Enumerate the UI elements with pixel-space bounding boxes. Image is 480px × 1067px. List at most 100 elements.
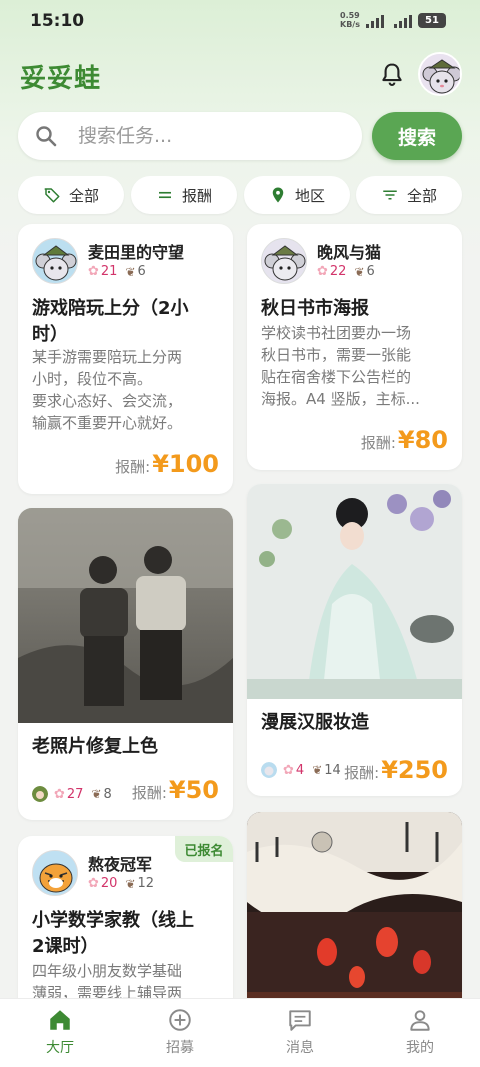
- search-icon: [36, 126, 57, 147]
- card-user-stats: ✿ 20 ❦ 12: [88, 876, 154, 891]
- leaf-icon: ❦: [125, 264, 136, 279]
- person-icon: [410, 1010, 430, 1031]
- card-user-avatar: [261, 238, 307, 284]
- card-reward: 报酬: ¥50: [132, 776, 219, 804]
- signal-icon: [366, 12, 384, 28]
- card-user-stats: ✿ 27 ❦ 8: [32, 786, 112, 802]
- reward-label: 报酬:: [115, 458, 151, 476]
- flower-count: 4: [295, 762, 305, 778]
- app-header: 妥妥蛙: [0, 48, 480, 104]
- card-user: 麦田里的守望 ✿ 21 ❦ 6: [32, 238, 184, 284]
- signal-icon-2: [394, 12, 412, 28]
- card-user-name: 熬夜冠军: [88, 855, 153, 874]
- card-title: 秋日书市海报: [261, 298, 369, 319]
- flower-count: 21: [100, 264, 118, 279]
- nav-item-profile[interactable]: 我的: [380, 1007, 460, 1061]
- card-reward: 报酬: ¥250: [344, 756, 448, 784]
- card-user-avatar: [32, 238, 78, 284]
- filter-chip-sort[interactable]: 全部: [356, 176, 462, 214]
- search-bar: [18, 112, 362, 160]
- filter-chip-label: 报酬: [181, 186, 212, 205]
- task-card[interactable]: 晚风与猫 ✿ 22 ❦ 6 秋日书市海报 学校读书社团要办一场 秋日书市，需要一张能…: [247, 224, 462, 470]
- leaf-count: 14: [324, 762, 341, 778]
- card-title-line: 时）: [32, 324, 68, 345]
- card-desc: 学校读书社团要办一场 秋日书市，需要一张能 贴在宿舍楼下公告栏的 海报。A4 竖…: [261, 322, 451, 412]
- leaf-icon: ❦: [125, 876, 136, 891]
- nav-label: 招募: [166, 1040, 194, 1056]
- network-speed: 0.59 KB/s: [340, 11, 360, 29]
- task-card[interactable]: 麦田里的守望 ✿ 21 ❦ 6 游戏陪玩上分（2小 时） 某手游需要陪玩上分两 小时…: [18, 224, 233, 494]
- filter-bar: 全部 报酬 地区 全部: [18, 176, 462, 214]
- card-reward: 报酬: ¥80: [361, 426, 448, 454]
- task-card[interactable]: 漫展汉服妆造 ✿ 4 ❦ 14 报酬: ¥250: [247, 484, 462, 796]
- card-desc-line: 四年级小朋友数学基础: [32, 962, 183, 980]
- leaf-icon: ❦: [354, 264, 365, 279]
- nav-label: 消息: [286, 1040, 314, 1056]
- reward-value: ¥80: [397, 426, 448, 454]
- filter-chip-region[interactable]: 地区: [244, 176, 350, 214]
- search-input[interactable]: [78, 122, 348, 150]
- card-desc-line: 要求心态好、会交流，: [32, 392, 183, 410]
- card-title: 小学数学家教（线上 2课时）: [32, 908, 227, 960]
- card-user-name: 晚风与猫: [317, 243, 382, 262]
- reward-value: ¥50: [168, 776, 219, 804]
- flower-icon: ✿: [54, 786, 65, 802]
- nav-item-recruit[interactable]: 招募: [140, 1007, 220, 1061]
- card-desc-line: 输赢不重要开心就好。: [32, 414, 183, 432]
- flower-count: 20: [100, 876, 118, 891]
- filter-chip-label: 全部: [406, 186, 437, 205]
- user-avatar[interactable]: [418, 52, 462, 96]
- card-title: 漫展汉服妆造: [261, 712, 369, 733]
- mini-avatar: [261, 762, 277, 778]
- card-photo: [18, 508, 233, 723]
- search-button[interactable]: 搜索: [372, 112, 462, 160]
- enrolled-badge: 已报名: [175, 836, 233, 862]
- leaf-icon: ❦: [91, 787, 102, 801]
- card-title-line: 2课时）: [32, 936, 99, 957]
- net-speed-value: 0.59: [340, 11, 360, 20]
- card-desc: 某手游需要陪玩上分两 小时，段位不高。 要求心态好、会交流， 输赢不重要开心就好…: [32, 346, 222, 436]
- leaf-count: 6: [137, 264, 146, 279]
- task-card[interactable]: 老照片修复上色 ✿ 27 ❦ 8 报酬: ¥50: [18, 508, 233, 820]
- flower-icon: ✿: [88, 264, 99, 279]
- card-title: 游戏陪玩上分（2小 时）: [32, 296, 222, 348]
- card-title-line: 小学数学家教（线上: [32, 910, 194, 931]
- flower-icon: ✿: [317, 264, 328, 279]
- filter-chip-reward[interactable]: 报酬: [131, 176, 237, 214]
- flower-count: 27: [66, 786, 84, 802]
- nav-item-messages[interactable]: 消息: [260, 1007, 340, 1061]
- net-speed-unit: KB/s: [340, 20, 360, 29]
- card-desc-line: 小时，段位不高。: [32, 370, 153, 388]
- lines-icon: [158, 191, 171, 199]
- card-desc-line: 海报。A4 竖版，主标...: [261, 390, 420, 408]
- filter-chip-all[interactable]: 全部: [18, 176, 124, 214]
- filter-chip-label: 地区: [294, 186, 325, 205]
- card-desc-line: 贴在宿舍楼下公告栏的: [261, 368, 412, 386]
- status-time: 15:10: [30, 11, 85, 31]
- nav-item-hall[interactable]: 大厅: [20, 1007, 100, 1061]
- card-desc-line: 学校读书社团要办一场: [261, 324, 412, 342]
- card-title-line: 游戏陪玩上分（2小: [32, 298, 189, 319]
- status-bar: 15:10 0.59 KB/s 51: [0, 0, 480, 44]
- card-user-stats: ✿ 22 ❦ 6: [317, 264, 375, 279]
- reward-value: ¥100: [152, 450, 219, 478]
- leaf-icon: ❦: [312, 763, 323, 777]
- card-title: 老照片修复上色: [32, 736, 158, 757]
- nav-label: 我的: [406, 1040, 434, 1056]
- reward-label: 报酬:: [360, 434, 396, 452]
- flower-icon: ✿: [88, 876, 99, 891]
- card-photo: [247, 484, 462, 699]
- flower-count: 22: [329, 264, 347, 279]
- card-user-avatar: [32, 850, 78, 896]
- bell-icon[interactable]: [378, 60, 406, 90]
- card-user: 晚风与猫 ✿ 22 ❦ 6: [261, 238, 381, 284]
- bottom-nav: 大厅 招募 消息 我的: [0, 998, 480, 1067]
- tag-icon: [44, 188, 60, 203]
- card-user-stats: ✿ 4 ❦ 14: [261, 762, 341, 778]
- filter-icon: [383, 190, 397, 200]
- reward-label: 报酬:: [344, 764, 380, 782]
- location-pin-icon: [272, 187, 284, 203]
- home-icon: [50, 1010, 70, 1030]
- card-user: 熬夜冠军 ✿ 20 ❦ 12: [32, 850, 154, 896]
- message-icon: [289, 1010, 311, 1031]
